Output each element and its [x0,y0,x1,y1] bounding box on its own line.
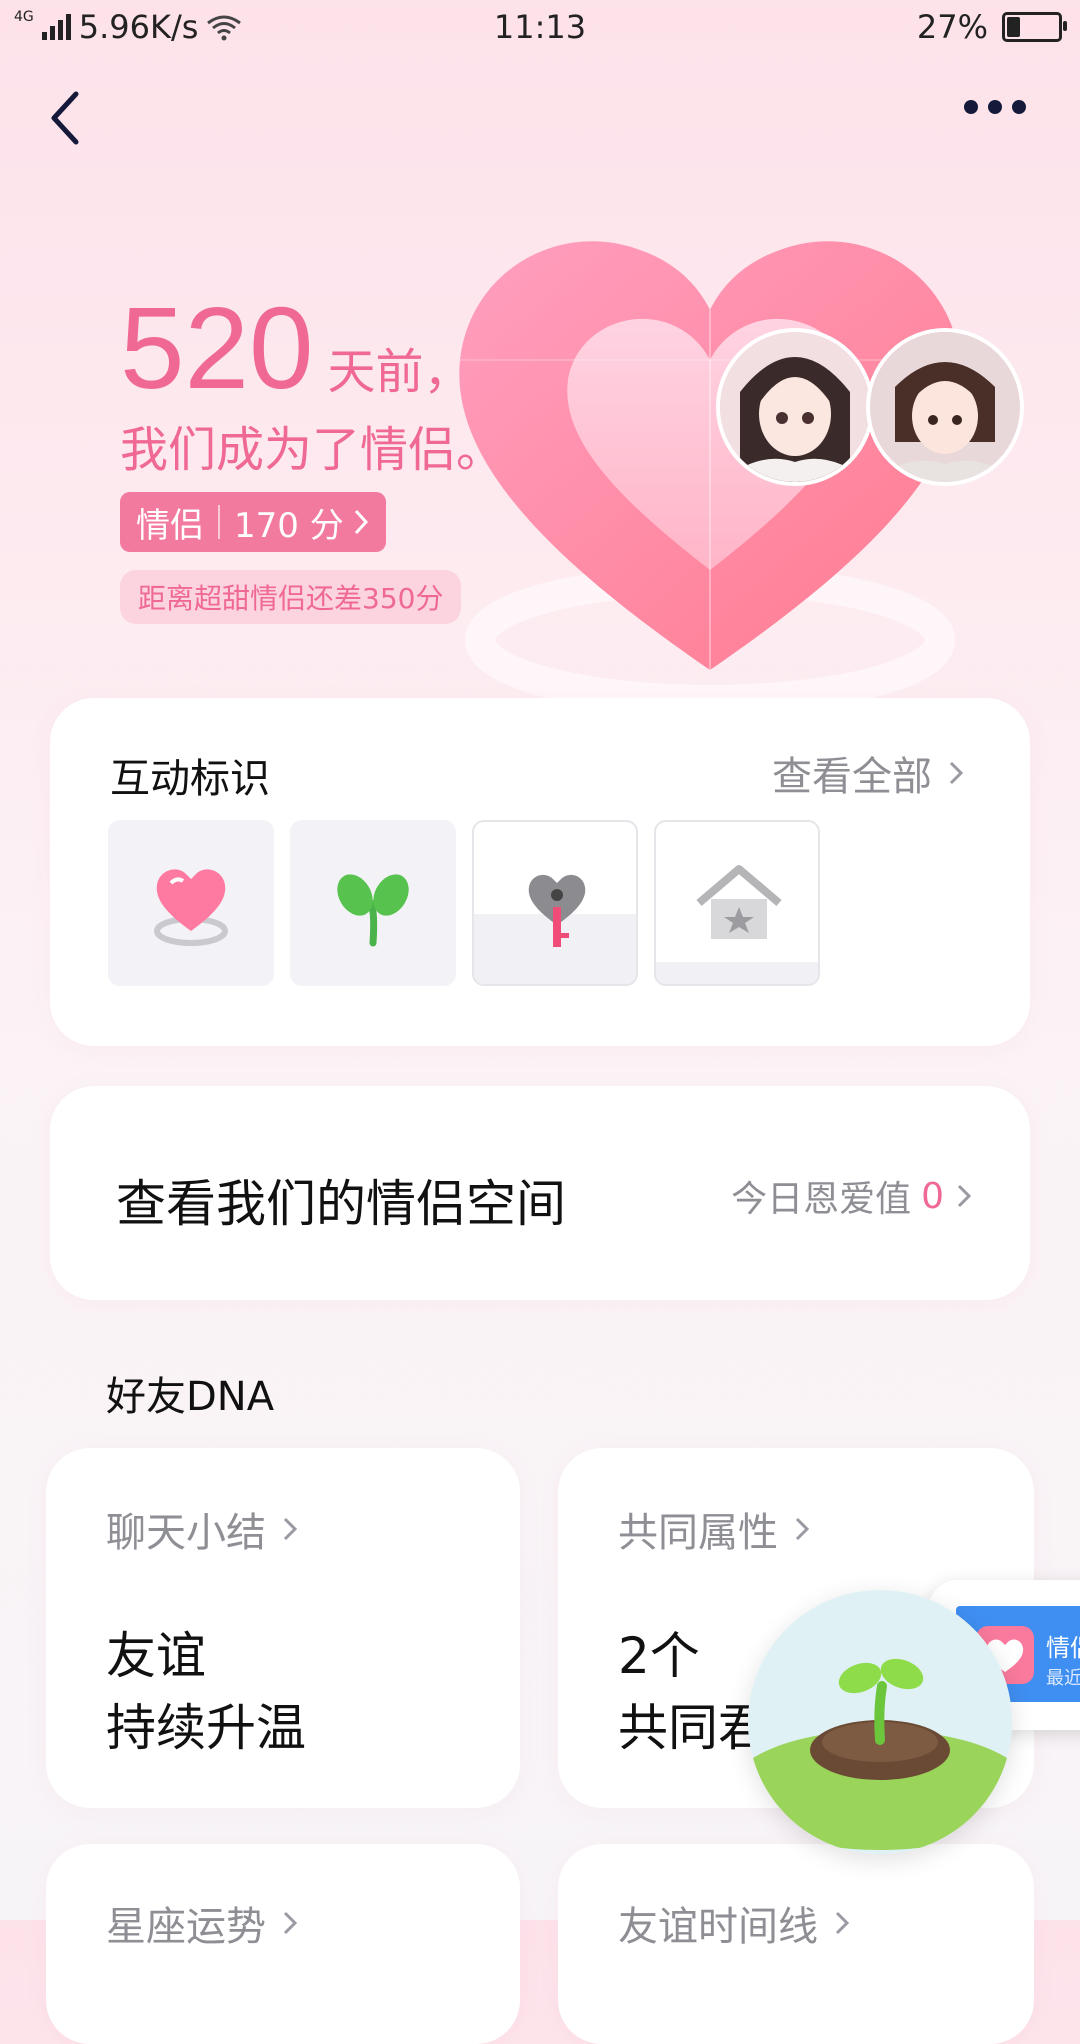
view-all-link[interactable]: 查看全部 [772,744,966,802]
horoscope-card[interactable]: 星座运势 [46,1844,520,2044]
heart-lock-key-icon [528,874,586,947]
chevron-right-icon [795,1517,810,1541]
badge-heart-ring[interactable] [108,820,274,986]
battery-icon [1002,12,1067,42]
days-number: 520 [120,283,314,413]
badge-heart-lock[interactable] [472,820,638,986]
interaction-badges-card: 互动标识 查看全部 [50,698,1030,1046]
floating-widget-title: 情侣 [1046,1634,1080,1662]
score-gap-text: 距离超甜情侣还差350分 [120,570,462,624]
badges-title: 互动标识 [110,756,270,802]
more-button[interactable] [964,100,1026,114]
avatar-self[interactable] [866,328,1024,486]
battery-percent: 27% [916,8,988,46]
chevron-right-icon [283,1911,298,1935]
hero-subtitle: 我们成为了情侣。 [120,422,505,478]
days-counter: 520 天前， [120,290,472,406]
chevron-right-icon [835,1911,850,1935]
affection-value: 今日恩爱值 0 [731,1170,974,1222]
floating-widget-subtitle: 最近 [1046,1668,1080,1689]
chevron-right-icon [283,1517,298,1541]
status-bar: 4G 5.96K/s 11:13 27% [0,0,1080,56]
horoscope-title: 星座运势 [106,1904,266,1950]
common-attributes-line2: 共同君 [618,1699,768,1757]
relation-score-button[interactable]: 情侣 170 分 [120,492,386,552]
relation-score: 170 分 [234,505,344,546]
avatar-partner[interactable] [716,328,874,486]
dna-section-title: 好友DNA [106,1374,275,1420]
chat-summary-line1: 友谊 [106,1627,206,1685]
chevron-right-icon [354,509,368,535]
friendship-timeline-title: 友谊时间线 [618,1904,818,1950]
star-house-icon [696,865,782,939]
chat-summary-title: 聊天小结 [106,1510,266,1556]
couple-space-card[interactable]: 查看我们的情侣空间 今日恩爱值 0 [50,1086,1030,1300]
sprout-icon [337,874,409,947]
chat-summary-card[interactable]: 聊天小结 友谊 持续升温 [46,1448,520,1808]
couple-space-title: 查看我们的情侣空间 [116,1175,566,1233]
friendship-timeline-card[interactable]: 友谊时间线 [558,1844,1034,2044]
chat-summary-line2: 持续升温 [106,1699,306,1757]
chevron-right-icon [949,761,964,785]
common-attributes-line1: 2个 [618,1627,700,1685]
heart-ring-icon [154,869,228,946]
common-attributes-title: 共同属性 [618,1510,778,1556]
more-dots-icon [964,100,978,114]
sprout-pot-icon [748,1590,1012,1854]
affection-value-number: 0 [921,1175,944,1217]
days-suffix: 天前， [327,344,472,400]
back-button[interactable] [44,88,88,148]
badge-star-house[interactable] [654,820,820,986]
friendship-tree-bubble[interactable] [748,1590,1012,1854]
badge-sprout[interactable] [290,820,456,986]
chevron-right-icon [957,1184,972,1208]
relation-label: 情侣 [136,505,204,546]
